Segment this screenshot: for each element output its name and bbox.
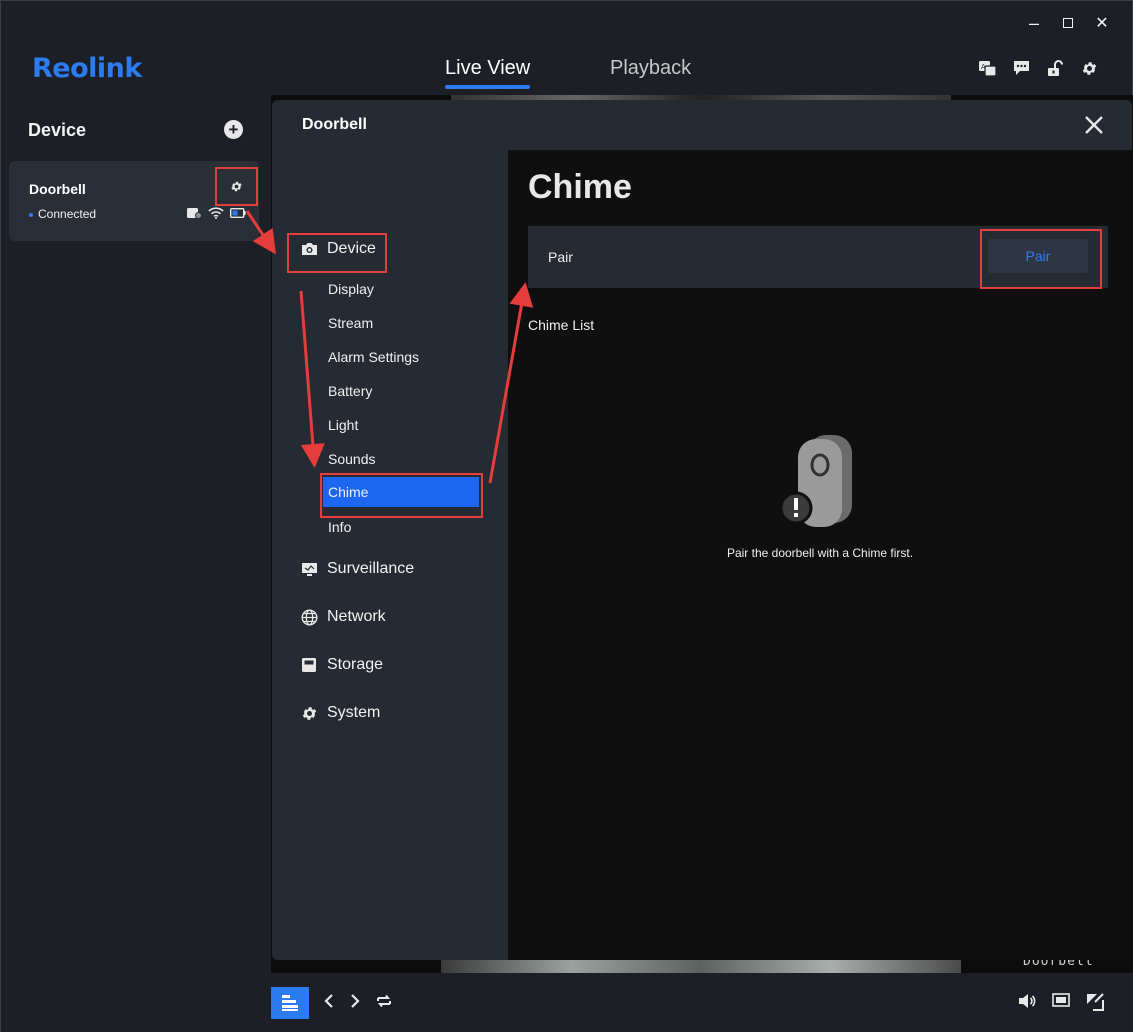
list-layout-icon: [282, 995, 298, 1011]
aspect-ratio-icon[interactable]: [1052, 993, 1070, 1016]
sd-card-icon: [187, 207, 202, 219]
minimize-icon[interactable]: –: [1024, 9, 1044, 37]
settings-dialog: Doorbell Device Display Stream Alarm Set…: [272, 100, 1132, 960]
pair-label: Pair: [548, 249, 573, 265]
reolink-logo: Reolink: [32, 53, 142, 84]
translate-icon[interactable]: A: [978, 59, 996, 77]
settings-nav: Device Display Stream Alarm Settings Bat…: [272, 150, 508, 960]
device-status-icons: [187, 207, 246, 219]
layout-button[interactable]: [271, 987, 309, 1019]
device-name: Doorbell: [29, 181, 86, 197]
nav-group-system[interactable]: System: [300, 704, 380, 722]
globe-icon: [300, 608, 318, 626]
highlight-device: [287, 233, 387, 273]
window-controls: – ✕: [1024, 9, 1112, 37]
nav-group-surveillance[interactable]: Surveillance: [300, 560, 414, 578]
nav-item-battery[interactable]: Battery: [328, 383, 372, 399]
dialog-header: Doorbell: [272, 100, 1132, 150]
nav-item-stream[interactable]: Stream: [328, 315, 373, 331]
switch-icon[interactable]: [375, 992, 393, 1015]
battery-icon: [230, 208, 246, 218]
nav-group-label: Network: [327, 608, 386, 625]
page-title: Chime: [528, 168, 632, 206]
bottom-toolbar: [271, 973, 1133, 1032]
storage-icon: [300, 656, 318, 674]
unlock-icon[interactable]: [1046, 59, 1064, 77]
add-device-button[interactable]: +: [224, 120, 243, 139]
chime-device-icon: [779, 435, 860, 527]
header-icons: A: [978, 59, 1098, 77]
nav-item-alarm-settings[interactable]: Alarm Settings: [328, 349, 419, 365]
nav-group-network[interactable]: Network: [300, 608, 386, 626]
empty-message: Pair the doorbell with a Chime first.: [726, 546, 914, 560]
nav-group-label: Storage: [327, 656, 384, 673]
settings-icon[interactable]: [1080, 59, 1098, 77]
close-window-icon[interactable]: ✕: [1092, 9, 1112, 37]
nav-group-label: System: [327, 704, 381, 721]
previous-icon[interactable]: [323, 993, 335, 1014]
tab-live-view[interactable]: Live View: [445, 57, 531, 89]
nav-group-label: Surveillance: [327, 560, 415, 577]
settings-content: Chime Pair Pair Chime List Pair the door…: [508, 150, 1132, 960]
dialog-title: Doorbell: [302, 116, 367, 133]
tab-playback[interactable]: Playback: [610, 57, 691, 80]
next-icon[interactable]: [349, 993, 361, 1014]
video-frame-bottom: [441, 959, 961, 973]
device-status: Connected: [29, 207, 96, 221]
nav-item-info[interactable]: Info: [328, 519, 351, 535]
nav-item-sounds[interactable]: Sounds: [328, 451, 375, 467]
monitor-icon: [300, 560, 318, 578]
volume-icon[interactable]: [1018, 993, 1036, 1016]
message-icon[interactable]: [1012, 59, 1030, 77]
highlight-chime: [320, 473, 483, 518]
nav-item-display[interactable]: Display: [328, 281, 374, 297]
wifi-icon: [208, 207, 224, 219]
svg-text:A: A: [981, 63, 986, 71]
chime-list-label: Chime List: [528, 317, 595, 333]
sidebar-title: Device: [28, 120, 87, 140]
gear-icon: [300, 704, 318, 722]
nav-group-storage[interactable]: Storage: [300, 656, 383, 674]
device-settings-button[interactable]: [215, 167, 258, 206]
fullscreen-icon[interactable]: [1086, 993, 1104, 1016]
close-dialog-icon[interactable]: [1083, 114, 1105, 136]
app-window: – ✕ Reolink Live View Playback A Doorbel…: [0, 0, 1133, 1032]
device-sidebar: Device + Doorbell Connected: [1, 95, 271, 1032]
nav-item-light[interactable]: Light: [328, 417, 358, 433]
gear-icon: [231, 181, 242, 192]
device-card[interactable]: Doorbell Connected: [9, 161, 259, 241]
highlight-pair: [980, 229, 1102, 289]
maximize-icon[interactable]: [1058, 9, 1078, 37]
